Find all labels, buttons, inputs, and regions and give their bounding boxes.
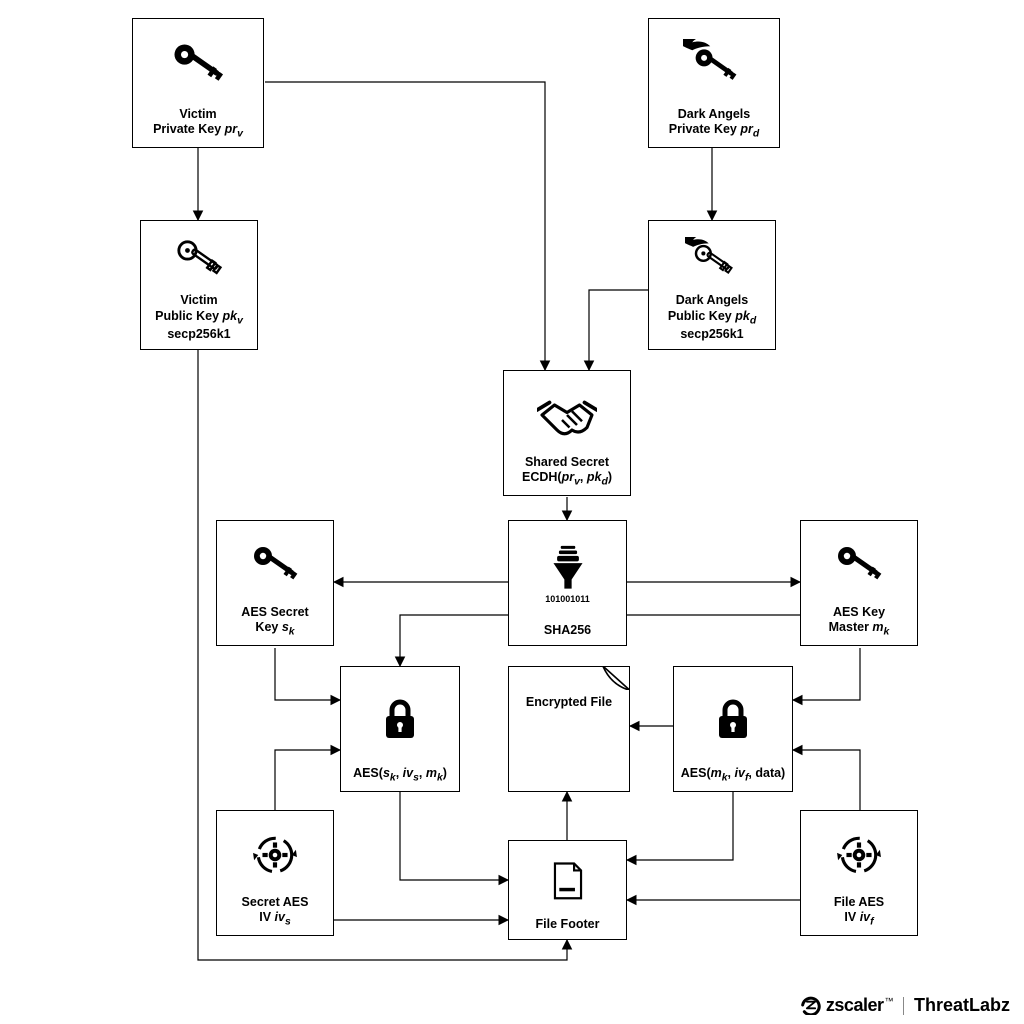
label: AES(sk, ivs, mk) [341,764,459,791]
node-aes-secret-key: AES Secret Key sk [216,520,334,646]
lock-icon [713,698,753,740]
label: Dark Angels Private Key prd [649,105,779,147]
key-icon [834,543,884,587]
key-outline-icon [175,238,223,280]
dogear-icon [508,666,630,690]
key-icon [250,543,300,587]
node-victim-private-key: Victim Private Key prv [132,18,264,148]
label: SHA256 [509,621,626,645]
label: AES(mk, ivf, data) [674,764,792,791]
zscaler-mark-icon [801,995,821,1015]
label: File Footer [509,915,626,939]
node-aes-key-master: AES Key Master mk [800,520,918,646]
node-file-aes-iv: File AES IV ivf [800,810,918,936]
node-shared-secret: Shared Secret ECDH(prv, pkd) [503,370,631,496]
diagram-canvas: Victim Private Key prv Dark Angels Priva… [0,0,1024,1024]
footer-logo: zscaler™ ThreatLabz [801,995,1010,1016]
handshake-icon [537,390,597,440]
node-encrypted-file: Encrypted File [508,666,630,792]
funnel-icon [548,545,588,592]
threatlabz-logo: ThreatLabz [914,995,1010,1016]
node-aes-wrap: AES(sk, ivs, mk) [340,666,460,792]
node-file-footer: File Footer [508,840,627,940]
label: Victim Public Key pkv secp256k1 [141,291,257,349]
gear-cycle-icon [252,832,298,878]
node-secret-aes-iv: Secret AES IV ivs [216,810,334,936]
winged-key-outline-icon [685,237,739,281]
node-sha256: 101001011 SHA256 [508,520,627,646]
node-victim-public-key: Victim Public Key pkv secp256k1 [140,220,258,350]
label: Secret AES IV ivs [217,893,333,935]
node-darkangels-public-key: Dark Angels Public Key pkd secp256k1 [648,220,776,350]
zscaler-logo: zscaler™ [801,995,893,1016]
node-darkangels-private-key: Dark Angels Private Key prd [648,18,780,148]
node-aes-encrypt-data: AES(mk, ivf, data) [673,666,793,792]
gear-cycle-icon [836,832,882,878]
document-icon [548,860,588,902]
label: Victim Private Key prv [133,105,263,147]
lock-icon [380,698,420,740]
label: AES Secret Key sk [217,603,333,645]
separator [903,997,904,1015]
label: File AES IV ivf [801,893,917,935]
label: Dark Angels Public Key pkd secp256k1 [649,291,775,349]
key-icon [170,40,226,89]
bits-label: 101001011 [545,594,590,604]
label: AES Key Master mk [801,603,917,645]
label: Shared Secret ECDH(prv, pkd) [504,453,630,495]
winged-key-icon [683,39,745,90]
